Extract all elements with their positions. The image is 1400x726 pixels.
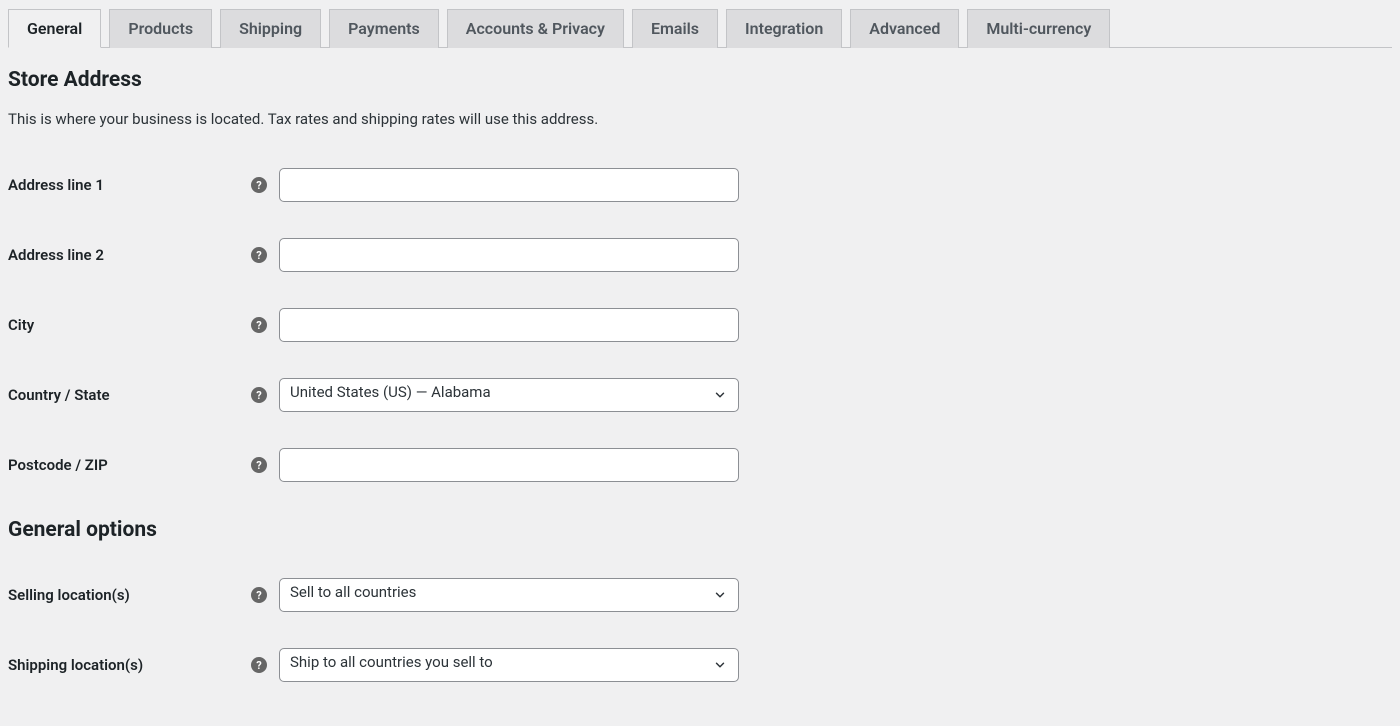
help-icon[interactable]: ? [251, 387, 267, 403]
tab-accounts-privacy[interactable]: Accounts & Privacy [447, 9, 624, 48]
address1-label: Address line 1 [8, 176, 251, 194]
shipping-locations-label: Shipping location(s) [8, 656, 251, 674]
address1-input[interactable] [279, 168, 739, 202]
tab-advanced[interactable]: Advanced [850, 9, 959, 48]
row-shipping-locations: Shipping location(s) ? Ship to all count… [8, 648, 1392, 682]
tab-products[interactable]: Products [109, 9, 212, 48]
row-selling-locations: Selling location(s) ? Sell to all countr… [8, 578, 1392, 612]
row-postcode: Postcode / ZIP ? [8, 448, 1392, 482]
help-icon[interactable]: ? [251, 317, 267, 333]
country-state-select[interactable]: United States (US) — Alabama [279, 378, 739, 412]
help-icon[interactable]: ? [251, 247, 267, 263]
shipping-locations-select[interactable]: Ship to all countries you sell to [279, 648, 739, 682]
postcode-label: Postcode / ZIP [8, 456, 251, 474]
country-state-label: Country / State [8, 386, 251, 404]
help-icon[interactable]: ? [251, 457, 267, 473]
tab-multi-currency[interactable]: Multi-currency [967, 9, 1110, 48]
row-address2: Address line 2 ? [8, 238, 1392, 272]
city-input[interactable] [279, 308, 739, 342]
address2-input[interactable] [279, 238, 739, 272]
postcode-input[interactable] [279, 448, 739, 482]
selling-locations-select[interactable]: Sell to all countries [279, 578, 739, 612]
row-city: City ? [8, 308, 1392, 342]
store-address-title: Store Address [8, 68, 1392, 92]
tab-integration[interactable]: Integration [726, 9, 842, 48]
tab-payments[interactable]: Payments [329, 9, 439, 48]
tab-general[interactable]: General [8, 9, 101, 48]
settings-tabs: General Products Shipping Payments Accou… [8, 8, 1392, 48]
selling-locations-label: Selling location(s) [8, 586, 251, 604]
row-country-state: Country / State ? United States (US) — A… [8, 378, 1392, 412]
store-address-desc: This is where your business is located. … [8, 110, 1392, 128]
city-label: City [8, 316, 251, 334]
help-icon[interactable]: ? [251, 177, 267, 193]
row-address1: Address line 1 ? [8, 168, 1392, 202]
help-icon[interactable]: ? [251, 657, 267, 673]
tab-emails[interactable]: Emails [632, 9, 718, 48]
general-options-title: General options [8, 518, 1392, 542]
tab-shipping[interactable]: Shipping [220, 9, 321, 48]
help-icon[interactable]: ? [251, 587, 267, 603]
address2-label: Address line 2 [8, 246, 251, 264]
